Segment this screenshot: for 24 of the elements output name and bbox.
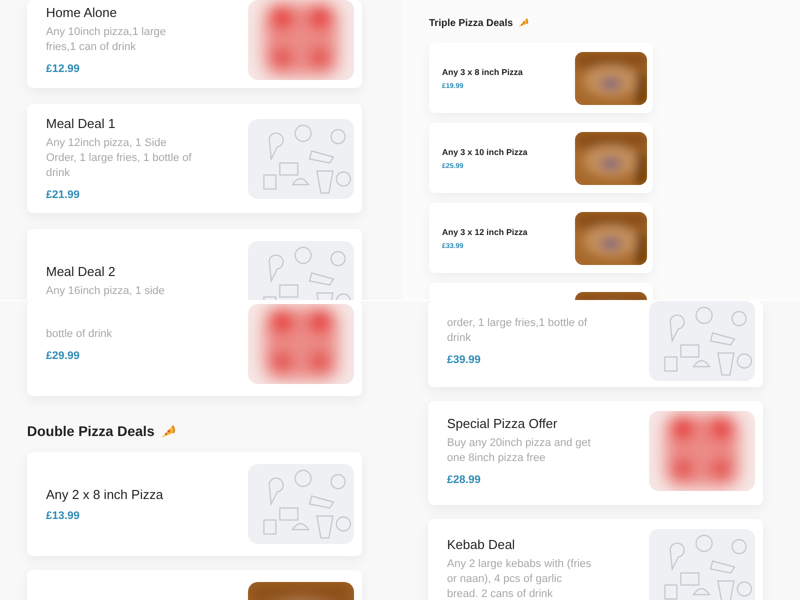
deal-price: £39.99 <box>447 354 482 366</box>
deal-price: £29.99 <box>46 350 81 362</box>
deal-title: Kebab Deal <box>447 536 516 552</box>
deal-description: Any 12inch pizza, 1 Side Order, 1 large fries, 1 bottle of drink <box>46 136 192 181</box>
deal-description: Any 2 large kebabs with (fries or naan), 4 pcs of garlic bread. 2 cans of drink <box>447 556 592 600</box>
deal-title: Any 2 x 8 inch Pizza <box>46 486 164 502</box>
deal-title: Home Alone <box>46 5 118 20</box>
deal-description: bottle of drink <box>46 326 114 342</box>
deal-description: Any 10inch pizza,1 large fries,1 can of drink <box>46 25 167 55</box>
deal-title: Any 3 x 10 inch Pizza <box>442 146 529 156</box>
section-heading: Double Pizza Deals <box>27 422 403 440</box>
deal-title: Meal Deal 1 <box>46 116 116 131</box>
section-heading: Triple Pizza Deals <box>429 16 800 29</box>
deal-title: Any 3 x 8 inch Pizza <box>442 66 524 76</box>
deal-price: £21.99 <box>46 189 81 201</box>
deal-price: £28.99 <box>447 474 482 486</box>
deal-title: Special Pizza Offer <box>447 416 558 431</box>
deal-title: Meal Deal 2 <box>46 264 116 278</box>
deal-title: Any 3 x 12 inch Pizza <box>442 226 529 236</box>
deal-description: Buy any 20inch pizza and get one 8inch pizza free <box>447 436 592 466</box>
deal-description: order, 1 large fries,1 bottle of drink <box>447 316 588 346</box>
deal-price: £13.99 <box>46 510 81 522</box>
deal-description: Any 16inch pizza, 1 side <box>46 284 166 298</box>
deal-price: £12.99 <box>46 63 81 75</box>
